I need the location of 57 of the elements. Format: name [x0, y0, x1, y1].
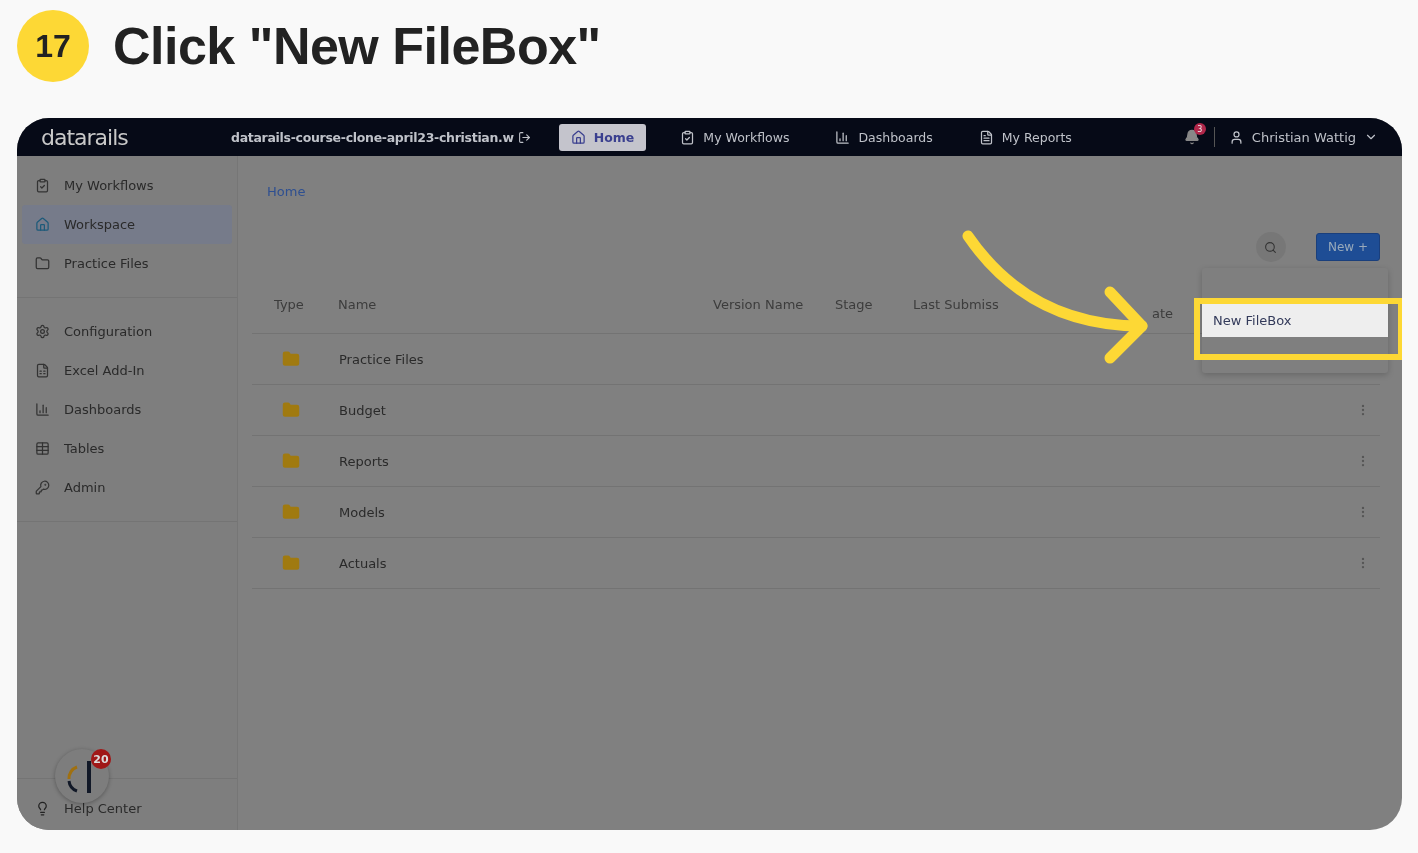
logo[interactable]: datarails: [41, 124, 217, 150]
home-icon: [35, 217, 50, 232]
assistant-count: 20: [91, 749, 111, 769]
nav-tab[interactable]: My Workflows: [668, 123, 802, 151]
sidebar-item[interactable]: Workspace: [22, 205, 232, 244]
step-title: Click "New FileBox": [113, 16, 601, 76]
gear-icon: [35, 324, 50, 339]
bell-icon[interactable]: [1183, 129, 1200, 145]
new-button[interactable]: New +: [1315, 233, 1380, 261]
document-icon: [978, 129, 994, 145]
search-icon: [1264, 240, 1278, 254]
table-icon: [35, 441, 50, 456]
nav-tab[interactable]: Dashboards: [823, 123, 945, 151]
step-number-badge: 17: [17, 10, 89, 82]
user-icon: [1228, 129, 1244, 145]
folder-name[interactable]: Actuals: [339, 555, 1356, 571]
search-button[interactable]: [1255, 232, 1286, 262]
breadcrumb[interactable]: Home: [267, 184, 306, 199]
nav-tab[interactable]: My Reports: [966, 123, 1084, 151]
sidebar-item[interactable]: Practice Files: [22, 244, 232, 283]
notification-count: 3: [1193, 123, 1206, 135]
folder-icon: [282, 452, 300, 470]
menu-item[interactable]: New FileBox: [1202, 304, 1388, 337]
clipboard-icon: [680, 129, 696, 145]
folder-name[interactable]: Reports: [339, 453, 1356, 469]
sidebar-item[interactable]: My Workflows: [22, 166, 232, 205]
column-header: ate: [1152, 304, 1174, 322]
column-header: Last Submiss: [913, 296, 999, 313]
folder-icon: [282, 350, 300, 368]
column-header: Version Name: [713, 296, 804, 313]
sidebar-item[interactable]: Dashboards: [22, 390, 232, 429]
folder-icon: [35, 256, 50, 271]
folder-name[interactable]: Budget: [339, 402, 1356, 418]
assistant-avatar[interactable]: [55, 749, 109, 803]
home-icon: [570, 129, 586, 145]
spreadsheet-icon: [35, 363, 50, 378]
bar-chart-icon: [835, 129, 851, 145]
user-menu[interactable]: Christian Wattig: [1228, 129, 1378, 145]
sidebar-item[interactable]: Configuration: [22, 312, 232, 351]
sidebar-item[interactable]: Excel Add-In: [22, 351, 232, 390]
bar-chart-icon: [35, 402, 50, 417]
sidebar-item[interactable]: Tables: [22, 429, 232, 468]
workspace-name: datarails-course-clone-april23-christian.w: [231, 129, 514, 145]
clipboard-icon: [35, 178, 50, 193]
key-icon: [35, 480, 50, 495]
column-header: Type: [274, 296, 304, 313]
column-header: Name: [338, 296, 377, 313]
column-header: Stage: [835, 296, 873, 313]
nav-tab[interactable]: Home: [558, 123, 647, 151]
folder-icon: [282, 401, 300, 419]
folder-name[interactable]: Models: [339, 504, 1356, 520]
folder-icon: [282, 554, 300, 572]
sidebar-item[interactable]: Admin: [22, 468, 232, 507]
help-center-link[interactable]: Help Center: [64, 801, 142, 816]
exit-icon[interactable]: [517, 130, 531, 144]
folder-icon: [282, 503, 300, 521]
lightbulb-icon: [35, 801, 50, 816]
